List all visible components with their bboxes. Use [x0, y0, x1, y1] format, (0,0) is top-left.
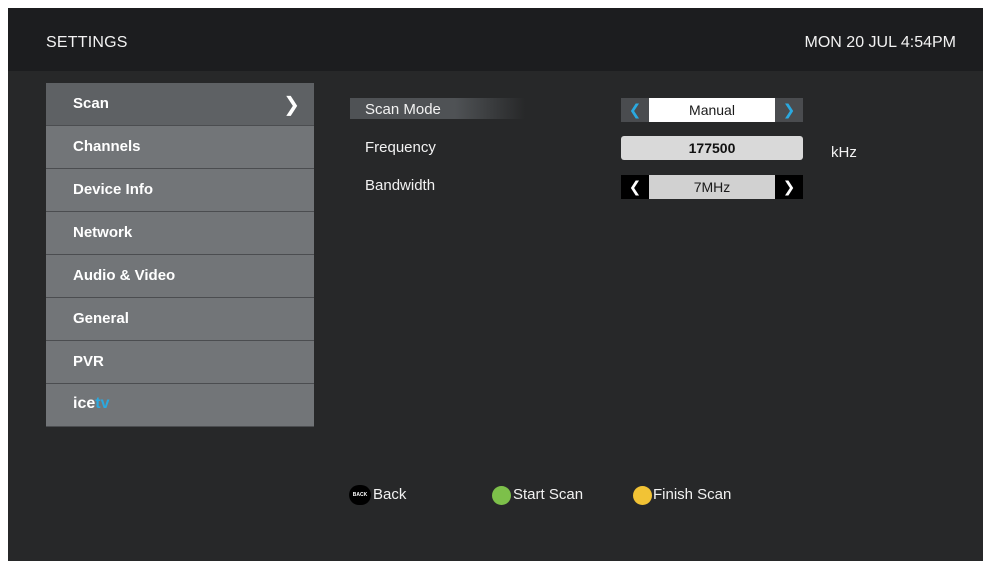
- date-time: MON 20 JUL 4:54PM: [804, 34, 956, 51]
- bandwidth-value: 7MHz: [649, 175, 775, 199]
- frequency-input[interactable]: 177500: [621, 136, 803, 160]
- scan-mode-value: Manual: [649, 98, 775, 122]
- chevron-left-icon[interactable]: ❮: [621, 175, 649, 199]
- chevron-right-icon[interactable]: ❯: [775, 98, 803, 122]
- menu-item-general[interactable]: General: [46, 298, 314, 341]
- menu-item-label: Device Info: [73, 181, 154, 198]
- icetv-logo: icetv: [73, 395, 110, 412]
- menu-item-label: PVR: [73, 353, 104, 370]
- chevron-right-icon: ❯: [283, 92, 300, 116]
- chevron-right-icon[interactable]: ❯: [775, 175, 803, 199]
- menu-item-label: Audio & Video: [73, 267, 176, 284]
- start-scan-hint[interactable]: Start Scan: [513, 486, 583, 503]
- tv-screen: SETTINGS MON 20 JUL 4:54PM Scan ❯ Channe…: [8, 8, 983, 561]
- bandwidth-selector[interactable]: ❮ 7MHz ❯: [621, 175, 803, 199]
- settings-menu: Scan ❯ Channels Device Info Network Audi…: [46, 83, 314, 427]
- scan-mode-selector[interactable]: ❮ Manual ❯: [621, 98, 803, 122]
- menu-item-pvr[interactable]: PVR: [46, 341, 314, 384]
- page-title: SETTINGS: [46, 34, 128, 51]
- scan-mode-label: Scan Mode: [365, 101, 441, 118]
- menu-item-icetv[interactable]: icetv: [46, 384, 314, 427]
- back-key-icon: BACK: [349, 485, 371, 505]
- back-hint[interactable]: Back: [373, 486, 406, 503]
- bandwidth-label: Bandwidth: [365, 177, 436, 194]
- menu-item-label: Network: [73, 224, 133, 241]
- menu-item-device-info[interactable]: Device Info: [46, 169, 314, 212]
- frequency-unit: kHz: [831, 144, 857, 161]
- menu-item-label: General: [73, 310, 129, 327]
- menu-item-label: Scan: [73, 95, 109, 112]
- frequency-label: Frequency: [365, 139, 436, 156]
- finish-scan-hint[interactable]: Finish Scan: [653, 486, 731, 503]
- menu-item-scan[interactable]: Scan ❯: [46, 83, 314, 126]
- chevron-left-icon[interactable]: ❮: [621, 98, 649, 122]
- yellow-button-icon: [633, 486, 652, 505]
- menu-item-label: Channels: [73, 138, 141, 155]
- green-button-icon: [492, 486, 511, 505]
- menu-item-network[interactable]: Network: [46, 212, 314, 255]
- menu-item-channels[interactable]: Channels: [46, 126, 314, 169]
- menu-item-audio-video[interactable]: Audio & Video: [46, 255, 314, 298]
- header-bar: SETTINGS MON 20 JUL 4:54PM: [8, 8, 983, 71]
